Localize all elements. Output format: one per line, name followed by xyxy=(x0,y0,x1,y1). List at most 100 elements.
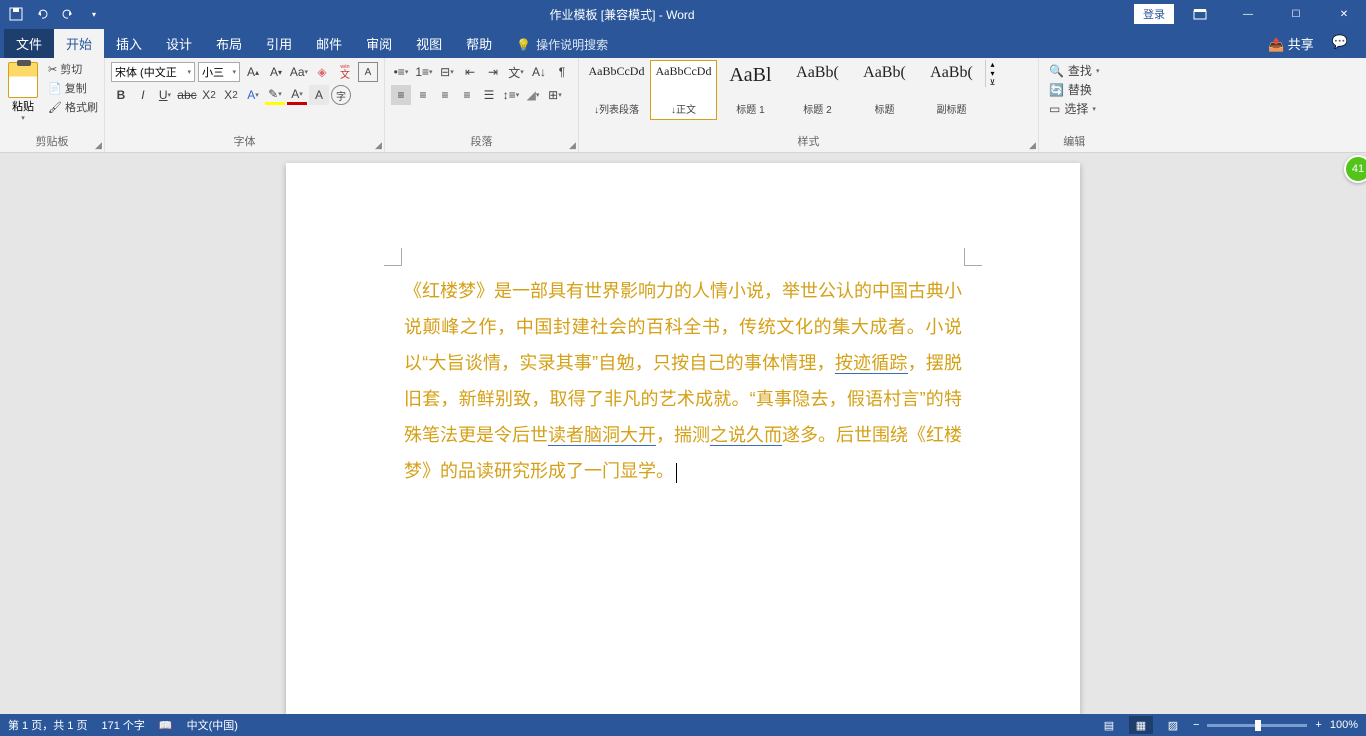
borders-button[interactable]: ⊞▾ xyxy=(545,85,565,105)
highlight-button[interactable]: ✎▾ xyxy=(265,85,285,105)
font-color-button[interactable]: A▾ xyxy=(287,85,307,105)
text-effects-button[interactable]: A▾ xyxy=(243,85,263,105)
tab-layout[interactable]: 布局 xyxy=(204,29,254,58)
tab-review[interactable]: 审阅 xyxy=(354,29,404,58)
phonetic-guide-button[interactable]: 文wén xyxy=(335,62,355,82)
clear-formatting-button[interactable]: ◈ xyxy=(312,62,332,82)
style-标题[interactable]: AaBb(标题 xyxy=(851,60,918,120)
tab-file[interactable]: 文件 xyxy=(4,29,54,58)
tab-tellme[interactable]: 💡操作说明搜索 xyxy=(504,31,620,58)
group-paragraph: •≡▾ 1≡▾ ⊟▾ ⇤ ⇥ 文▾ A↓ ¶ ≡ ≡ ≡ ≡ ☰ ↕≡▾ ◢▾ xyxy=(385,58,579,152)
proofing-icon[interactable]: 📖 xyxy=(159,719,173,732)
text-run-ul3: 之说久而 xyxy=(710,425,782,446)
style-标题 1[interactable]: AaBl标题 1 xyxy=(717,60,784,120)
sort-button[interactable]: A↓ xyxy=(529,62,549,82)
italic-button[interactable]: I xyxy=(133,85,153,105)
tab-references[interactable]: 引用 xyxy=(254,29,304,58)
font-size-combo[interactable]: 小三▾ xyxy=(198,62,240,82)
shading-button[interactable]: ◢▾ xyxy=(523,85,543,105)
login-button[interactable]: 登录 xyxy=(1134,4,1174,24)
zoom-slider[interactable] xyxy=(1207,724,1307,727)
replace-button[interactable]: 🔄 替换 xyxy=(1049,81,1099,98)
distributed-button[interactable]: ☰ xyxy=(479,85,499,105)
brush-icon: 🖌 xyxy=(48,101,62,114)
increase-indent-button[interactable]: ⇥ xyxy=(483,62,503,82)
replace-label: 替换 xyxy=(1068,81,1092,98)
show-marks-button[interactable]: ¶ xyxy=(552,62,572,82)
styles-scroll-up[interactable]: ▴ xyxy=(986,60,999,69)
maximize-button[interactable]: ☐ xyxy=(1274,0,1318,28)
style-副标题[interactable]: AaBb(副标题 xyxy=(918,60,985,120)
save-button[interactable] xyxy=(4,2,28,26)
zoom-handle[interactable] xyxy=(1255,720,1261,731)
document-paragraph[interactable]: 《红楼梦》是一部具有世界影响力的人情小说，举世公认的中国古典小说颠峰之作，中国封… xyxy=(404,273,962,489)
qat-customize[interactable]: ▾ xyxy=(82,2,106,26)
justify-button[interactable]: ≡ xyxy=(457,85,477,105)
paragraph-launcher[interactable]: ◢ xyxy=(569,140,576,151)
ribbon-display-button[interactable] xyxy=(1178,0,1222,28)
undo-button[interactable] xyxy=(30,2,54,26)
print-layout-button[interactable]: ▦ xyxy=(1129,716,1153,734)
shrink-font-button[interactable]: A▾ xyxy=(266,62,286,82)
bold-button[interactable]: B xyxy=(111,85,131,105)
page-status[interactable]: 第 1 页，共 1 页 xyxy=(8,717,87,733)
numbering-button[interactable]: 1≡▾ xyxy=(414,62,434,82)
font-launcher[interactable]: ◢ xyxy=(375,140,382,151)
subscript-button[interactable]: X2 xyxy=(199,85,219,105)
bullets-button[interactable]: •≡▾ xyxy=(391,62,411,82)
find-button[interactable]: 🔍查找▾ xyxy=(1049,62,1099,79)
crop-mark-tr xyxy=(964,248,982,266)
align-right-button[interactable]: ≡ xyxy=(435,85,455,105)
language-status[interactable]: 中文(中国) xyxy=(187,717,238,733)
tab-design[interactable]: 设计 xyxy=(154,29,204,58)
close-button[interactable]: ✕ xyxy=(1322,0,1366,28)
copy-button[interactable]: 📄复制 xyxy=(46,79,100,97)
clipboard-launcher[interactable]: ◢ xyxy=(95,140,102,151)
char-shading-button[interactable]: A xyxy=(309,85,329,105)
style-↓正文[interactable]: AaBbCcDd↓正文 xyxy=(650,60,717,120)
zoom-out-button[interactable]: − xyxy=(1193,719,1199,731)
tab-mailings[interactable]: 邮件 xyxy=(304,29,354,58)
minimize-button[interactable]: — xyxy=(1226,0,1270,28)
word-count[interactable]: 171 个字 xyxy=(101,717,144,733)
tab-help[interactable]: 帮助 xyxy=(454,29,504,58)
line-spacing-button[interactable]: ↕≡▾ xyxy=(501,85,521,105)
styles-launcher[interactable]: ◢ xyxy=(1029,140,1036,151)
redo-button[interactable] xyxy=(56,2,80,26)
replace-icon: 🔄 xyxy=(1049,83,1064,97)
document-area[interactable]: 《红楼梦》是一部具有世界影响力的人情小说，举世公认的中国古典小说颠峰之作，中国封… xyxy=(0,153,1366,714)
strikethrough-button[interactable]: abc xyxy=(177,85,197,105)
format-painter-button[interactable]: 🖌格式刷 xyxy=(46,98,100,116)
decrease-indent-button[interactable]: ⇤ xyxy=(460,62,480,82)
change-case-button[interactable]: Aa▾ xyxy=(289,62,309,82)
align-center-button[interactable]: ≡ xyxy=(413,85,433,105)
tab-home[interactable]: 开始 xyxy=(54,29,104,58)
styles-scroll-down[interactable]: ▾ xyxy=(986,69,999,78)
paste-button[interactable]: 粘贴 ▾ xyxy=(4,60,42,124)
tab-view[interactable]: 视图 xyxy=(404,29,454,58)
tab-insert[interactable]: 插入 xyxy=(104,29,154,58)
superscript-button[interactable]: X2 xyxy=(221,85,241,105)
comments-button[interactable]: 💬 xyxy=(1328,29,1352,58)
char-border-button[interactable]: A xyxy=(358,62,378,82)
grow-font-button[interactable]: A▴ xyxy=(243,62,263,82)
read-mode-button[interactable]: ▤ xyxy=(1097,716,1121,734)
underline-button[interactable]: U▾ xyxy=(155,85,175,105)
multilevel-button[interactable]: ⊟▾ xyxy=(437,62,457,82)
align-left-button[interactable]: ≡ xyxy=(391,85,411,105)
enclose-char-button[interactable]: 字 xyxy=(331,85,351,105)
badge-indicator[interactable]: 41 xyxy=(1344,155,1366,183)
font-name-combo[interactable]: 宋体 (中文正▾ xyxy=(111,62,195,82)
styles-expand[interactable]: ⊻ xyxy=(986,78,999,87)
style-标题 2[interactable]: AaBb(标题 2 xyxy=(784,60,851,120)
cut-button[interactable]: ✂剪切 xyxy=(46,60,100,78)
style-↓列表段落[interactable]: AaBbCcDd↓列表段落 xyxy=(583,60,650,120)
zoom-value[interactable]: 100% xyxy=(1330,719,1358,731)
share-button[interactable]: 📤 共享 xyxy=(1264,29,1318,58)
zoom-in-button[interactable]: + xyxy=(1315,719,1321,731)
tellme-label: 操作说明搜索 xyxy=(536,36,608,53)
web-layout-button[interactable]: ▨ xyxy=(1161,716,1185,734)
text-direction-button[interactable]: 文▾ xyxy=(506,62,526,82)
clipboard-icon xyxy=(8,62,38,98)
select-button[interactable]: ▭选择▾ xyxy=(1049,100,1099,117)
